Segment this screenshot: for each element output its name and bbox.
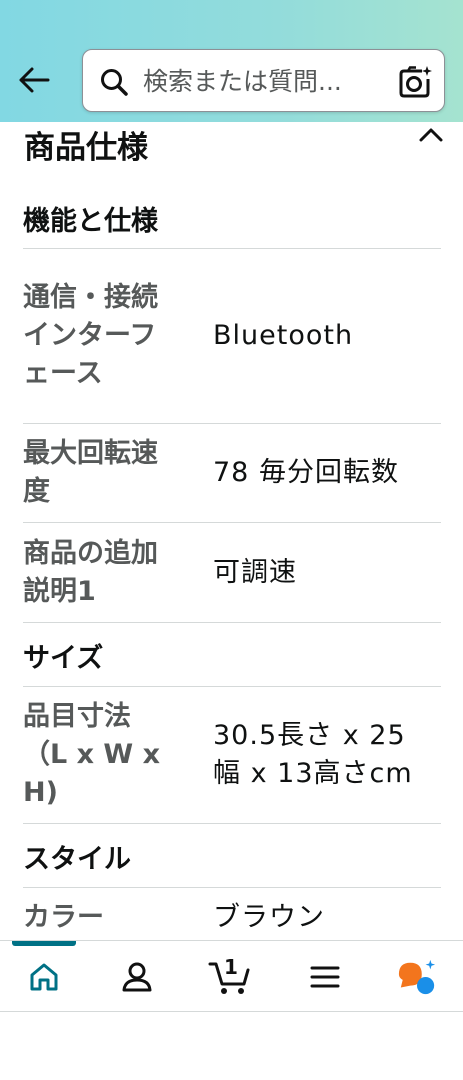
spec-row: 通信・接続インターフェース Bluetooth: [23, 249, 441, 424]
hamburger-menu-icon: [310, 966, 340, 988]
back-arrow-icon: [19, 67, 50, 93]
active-tab-indicator: [12, 941, 76, 946]
search-input[interactable]: [143, 62, 388, 100]
spec-key: 通信・接続インターフェース: [23, 282, 158, 389]
spec-value: 可調速: [213, 556, 297, 588]
nav-account[interactable]: [117, 957, 157, 997]
spec-row: 品目寸法（L x W x H) 30.5長さ x 25幅 x 13高さcm: [23, 687, 441, 824]
app-header: [0, 0, 463, 122]
spec-value: 78 毎分回転数: [213, 457, 399, 488]
rufus-assistant-icon: [398, 959, 436, 995]
search-box[interactable]: [82, 49, 445, 112]
spec-key: カラー: [23, 902, 104, 933]
back-button[interactable]: [14, 60, 54, 100]
spec-value: Bluetooth: [213, 320, 354, 351]
bottom-nav: 1: [0, 940, 463, 1012]
spec-table: 機能と仕様 通信・接続インターフェース Bluetooth 最大回転速度 78 …: [23, 200, 441, 940]
cart-count-badge: 1: [224, 955, 238, 979]
home-icon: [30, 963, 58, 991]
search-icon: [101, 69, 128, 96]
group-title: スタイル: [23, 824, 441, 888]
spec-key: 最大回転速度: [23, 438, 158, 507]
spec-row: 最大回転速度 78 毎分回転数: [23, 424, 441, 523]
nav-home[interactable]: [24, 957, 64, 997]
group-title: サイズ: [23, 623, 441, 687]
spec-row: カラー ブラウン: [23, 888, 441, 940]
spec-key: 商品の追加説明1: [23, 537, 158, 607]
spec-row: 商品の追加説明1 可調速: [23, 523, 441, 623]
camera-search-icon[interactable]: [398, 65, 432, 99]
spec-key: 品目寸法（L x W x H): [23, 701, 161, 808]
product-spec-panel: 商品仕様 機能と仕様 通信・接続インターフェース Bluetooth 最大回転速…: [0, 122, 463, 940]
chevron-up-icon[interactable]: [418, 124, 444, 144]
section-title: 商品仕様: [24, 130, 148, 166]
nav-menu[interactable]: [305, 957, 345, 997]
person-icon: [122, 962, 152, 992]
spec-value: 30.5長さ x 25幅 x 13高さcm: [213, 720, 413, 789]
group-title: 機能と仕様: [23, 200, 441, 249]
nav-cart[interactable]: 1: [207, 955, 253, 997]
nav-rufus[interactable]: [397, 957, 437, 997]
spec-value: ブラウン: [213, 902, 325, 933]
